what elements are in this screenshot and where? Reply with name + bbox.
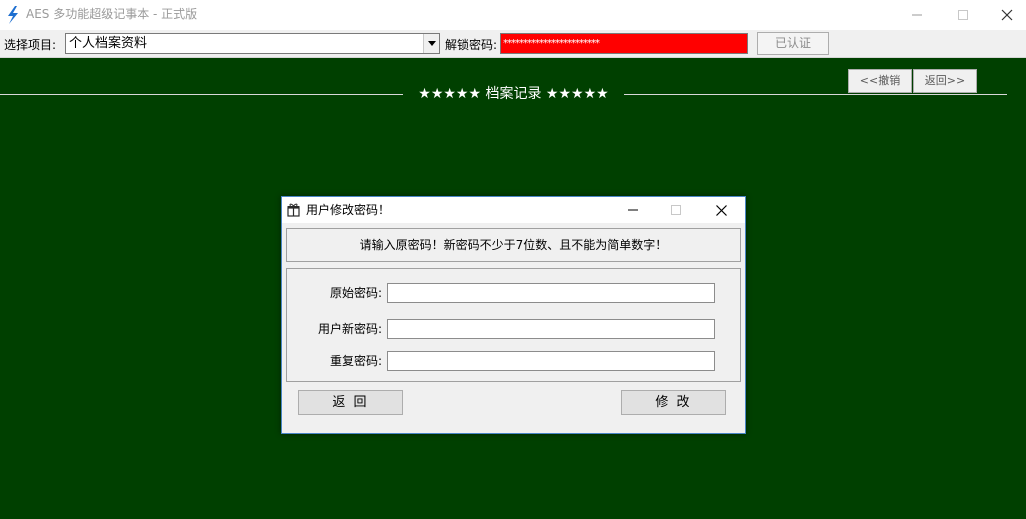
main-titlebar: AES 多功能超级记事本 - 正式版 [0, 0, 1026, 30]
close-icon [716, 205, 727, 216]
window-title: AES 多功能超级记事本 - 正式版 [26, 7, 198, 21]
dialog-close-button[interactable] [700, 197, 742, 223]
unlock-password-input[interactable]: ************************ [500, 33, 748, 54]
close-icon [1001, 9, 1013, 21]
chevron-down-icon [428, 41, 436, 46]
divider-right [624, 94, 1007, 95]
notice-panel: 请输入原密码！新密码不少于7位数、且不能为简单数字！ [286, 228, 741, 262]
close-button[interactable] [984, 0, 1026, 30]
dialog-modify-button[interactable]: 修 改 [621, 390, 726, 415]
original-password-label: 原始密码: [329, 286, 382, 300]
dialog-titlebar: 用户修改密码！ [282, 197, 745, 223]
lightning-icon [6, 6, 20, 24]
minimize-icon [912, 14, 922, 16]
toolbar: 选择项目: 个人档案资料 解锁密码: *********************… [0, 30, 1026, 58]
password-form: 原始密码: 用户新密码: 重复密码: [286, 268, 741, 382]
dialog-back-button[interactable]: 返 回 [298, 390, 403, 415]
project-select[interactable]: 个人档案资料 [65, 33, 440, 54]
minimize-icon [628, 209, 638, 211]
minimize-button[interactable] [894, 0, 940, 30]
dialog-minimize-button[interactable] [612, 197, 654, 223]
password-mask: ************************ [503, 38, 600, 49]
original-password-input[interactable] [387, 283, 715, 303]
divider-left [0, 94, 403, 95]
maximize-button[interactable] [940, 0, 986, 30]
gift-icon [287, 203, 300, 217]
undo-button[interactable]: <<撤销 [848, 69, 912, 93]
verified-button[interactable]: 已认证 [757, 32, 829, 55]
back-nav-button[interactable]: 返回>> [913, 69, 977, 93]
password-rule-notice: 请输入原密码！新密码不少于7位数、且不能为简单数字！ [359, 238, 668, 252]
repeat-password-label: 重复密码: [329, 354, 382, 368]
unlock-password-label: 解锁密码: [445, 38, 498, 52]
dropdown-arrow[interactable] [423, 34, 439, 53]
new-password-label: 用户新密码: [317, 322, 382, 336]
change-password-dialog: 用户修改密码！ 请输入原密码！新密码不少于7位数、且不能为简单数字！ 原始密码:… [281, 196, 746, 434]
maximize-icon [671, 205, 681, 215]
select-project-label: 选择项目: [4, 38, 57, 52]
dialog-maximize-button[interactable] [655, 197, 697, 223]
dialog-title: 用户修改密码！ [306, 203, 391, 217]
new-password-input[interactable] [387, 319, 715, 339]
maximize-icon [958, 10, 968, 20]
project-select-value: 个人档案资料 [69, 36, 148, 51]
section-title: ★★★★★ 档案记录 ★★★★★ [418, 86, 609, 102]
repeat-password-input[interactable] [387, 351, 715, 371]
